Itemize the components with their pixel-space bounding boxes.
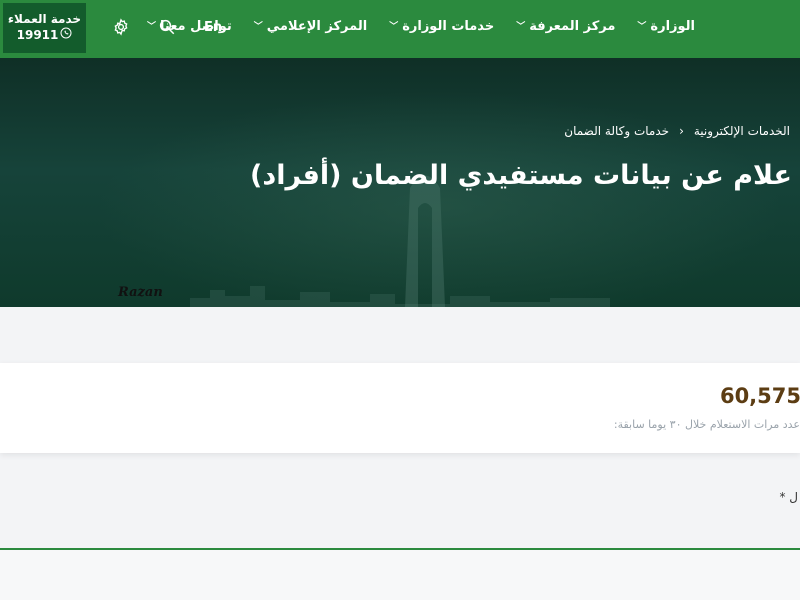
nav-item-label: خدمات الوزارة: [402, 19, 495, 34]
nav-item-contact-us[interactable]: تواصل معنا ﹀: [147, 19, 232, 34]
form-area: [0, 550, 800, 600]
chevron-down-icon: ﹀: [516, 22, 526, 32]
nav-item-label: الوزارة: [650, 19, 695, 34]
customer-service-box[interactable]: خدمة العملاء 19911: [3, 3, 86, 53]
inquiry-count: 60,575: [719, 384, 800, 408]
nav-item-ministry-services[interactable]: خدمات الوزارة ﹀: [389, 19, 494, 34]
breadcrumb: الخدمات الإلكترونية › خدمات وكالة الضمان: [564, 124, 790, 138]
gear-icon[interactable]: [112, 18, 132, 38]
watermark-text: Razan: [118, 285, 163, 300]
city-skyline-silhouette: [190, 286, 610, 307]
hero-banner: الخدمات الإلكترونية › خدمات وكالة الضمان…: [0, 58, 800, 307]
nav-item-ministry[interactable]: الوزارة ﹀: [637, 19, 695, 34]
customer-service-title: خدمة العملاء: [7, 12, 82, 26]
chevron-down-icon: ﹀: [253, 22, 263, 32]
nav-item-knowledge-center[interactable]: مركز المعرفة ﹀: [516, 19, 615, 34]
inquiry-count-label: عدد مرات الاستعلام خلال ٣٠ يوما سابقة:: [613, 418, 800, 431]
chevron-down-icon: ﹀: [389, 22, 399, 32]
inquiry-stats-card: 60,575 عدد مرات الاستعلام خلال ٣٠ يوما س…: [0, 363, 800, 453]
phone-icon: [60, 27, 72, 43]
top-navbar: خدمة العملاء 19911 En الوزارة ﹀ مركز الم…: [0, 0, 800, 58]
main-nav: الوزارة ﹀ مركز المعرفة ﹀ خدمات الوزارة ﹀…: [147, 19, 695, 34]
nav-item-label: مركز المعرفة: [529, 19, 616, 34]
page-title: علام عن بيانات مستفيدي الضمان (أفراد): [250, 160, 792, 191]
customer-service-number: 19911: [16, 28, 59, 42]
breadcrumb-separator: ›: [679, 124, 684, 138]
nav-item-media-center[interactable]: المركز الإعلامي ﹀: [254, 19, 367, 34]
breadcrumb-link-social-security-services[interactable]: خدمات وكالة الضمان: [564, 124, 669, 138]
customer-service-number-row: 19911: [3, 27, 86, 43]
nav-item-label: المركز الإعلامي: [266, 19, 368, 34]
chevron-down-icon: ﹀: [146, 22, 156, 32]
chevron-down-icon: ﹀: [637, 22, 647, 32]
breadcrumb-link-e-services[interactable]: الخدمات الإلكترونية: [694, 124, 790, 138]
required-field-label: ل *: [779, 490, 798, 504]
nav-item-label: تواصل معنا: [160, 19, 232, 34]
